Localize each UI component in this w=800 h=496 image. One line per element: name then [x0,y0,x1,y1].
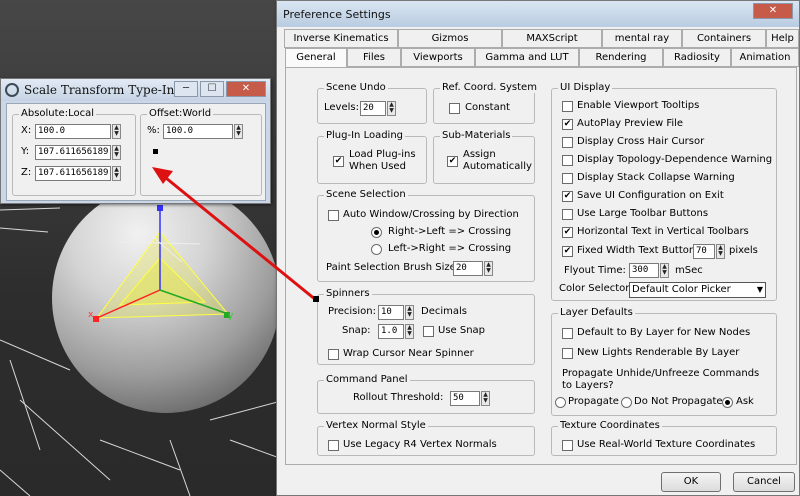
annotation-arrow [152,167,319,302]
